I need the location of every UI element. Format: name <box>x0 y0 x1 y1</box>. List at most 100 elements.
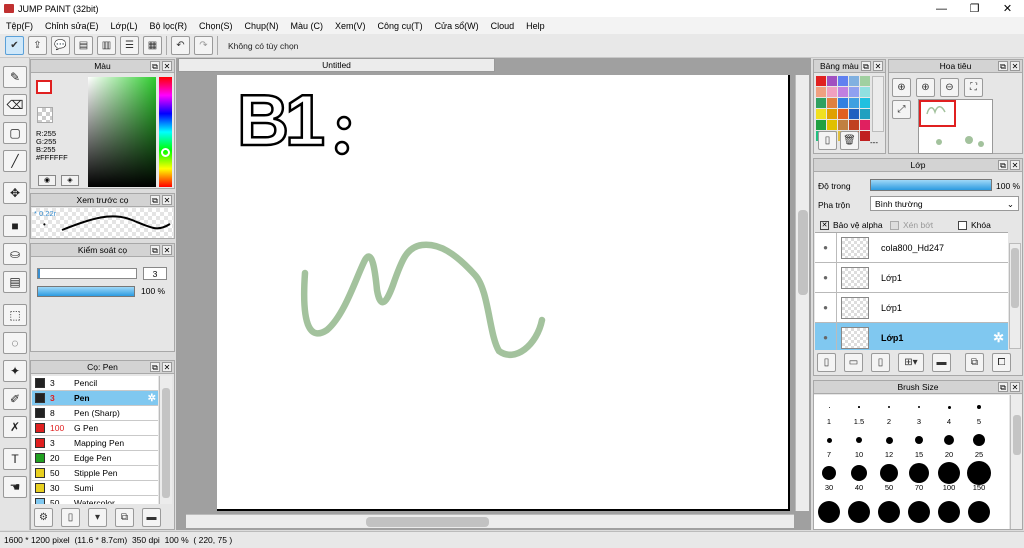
message-icon[interactable]: ▤ <box>74 36 93 55</box>
brush-menu-icon[interactable]: ▾ <box>88 508 107 527</box>
palette-swatch[interactable] <box>860 131 870 141</box>
brush-size-option[interactable] <box>934 495 964 523</box>
palette-swatch[interactable] <box>827 109 837 119</box>
palette-more[interactable]: --- <box>870 138 878 147</box>
panel-close-icon[interactable]: ✕ <box>1010 382 1020 392</box>
lasso-select-icon[interactable]: ◌ <box>3 332 27 354</box>
blend-mode-select[interactable]: Bình thường ⌄ <box>870 196 1019 211</box>
select-mode-icon[interactable]: ✔ <box>5 36 24 55</box>
new-brush-icon[interactable]: ▯ <box>61 508 80 527</box>
menu-item[interactable]: Công cụ(T) <box>372 21 429 31</box>
palette-swatch[interactable] <box>849 76 859 86</box>
zoom-fit-icon[interactable]: ⊕ <box>916 78 935 97</box>
menu-item[interactable]: Màu (C) <box>285 21 330 31</box>
palette-swatch[interactable] <box>860 109 870 119</box>
palette-swatch[interactable] <box>860 76 870 86</box>
eraser-tool-icon[interactable]: ⌫ <box>3 94 27 116</box>
palette-swatch[interactable] <box>816 98 826 108</box>
vertical-scroll-thumb[interactable] <box>798 210 808 295</box>
hand-tool-icon[interactable]: ☚ <box>3 476 27 498</box>
palette-swatch[interactable] <box>849 120 859 130</box>
canvas-vertical-scrollbar[interactable] <box>795 75 809 511</box>
layer-visibility-icon[interactable]: ● <box>815 322 837 350</box>
grid-icon[interactable]: ▦ <box>143 36 162 55</box>
brush-size-scrollbar[interactable] <box>1010 395 1022 529</box>
palette-swatch[interactable] <box>827 98 837 108</box>
panel-close-icon[interactable]: ✕ <box>1010 160 1020 170</box>
document-icon[interactable]: ▥ <box>97 36 116 55</box>
brush-size-option[interactable] <box>904 495 934 523</box>
brush-item[interactable]: 3 Pen ✲ <box>32 391 158 406</box>
foreground-color-swatch[interactable] <box>36 80 52 94</box>
menu-item[interactable]: Chọn(S) <box>193 21 239 31</box>
fit-icon[interactable]: ⤢ <box>892 100 911 119</box>
panel-expand-icon[interactable]: ⧉ <box>861 61 871 71</box>
transparent-color-swatch[interactable] <box>37 107 53 123</box>
layer-opacity-slider[interactable] <box>870 179 992 191</box>
palette-swatch[interactable] <box>838 120 848 130</box>
brush-size-option[interactable]: 1.5 <box>844 397 874 426</box>
brush-opacity-slider[interactable] <box>37 286 135 297</box>
brush-settings-icon[interactable]: ⚙ <box>34 508 53 527</box>
brush-size-option[interactable]: 150 <box>964 461 994 492</box>
hue-slider[interactable] <box>159 77 172 187</box>
palette-swatch[interactable] <box>838 98 848 108</box>
brush-size-option[interactable]: 2 <box>874 397 904 426</box>
palette-swatch[interactable] <box>849 98 859 108</box>
brush-item[interactable]: 50 Watercolor <box>32 496 158 504</box>
menu-item[interactable]: Cloud <box>485 21 521 31</box>
minimize-button[interactable]: — <box>925 0 958 17</box>
magic-wand-icon[interactable]: ✦ <box>3 360 27 382</box>
palette-swatch[interactable] <box>838 76 848 86</box>
move-tool-icon[interactable]: ✥ <box>3 182 27 204</box>
menu-item[interactable]: Tệp(F) <box>0 21 39 31</box>
menu-item[interactable]: Lớp(L) <box>105 21 144 31</box>
fill-rect-tool-icon[interactable]: ■ <box>3 215 27 237</box>
rect-select-icon[interactable]: ⬚ <box>3 304 27 326</box>
brush-size-option[interactable]: 100 <box>934 462 964 492</box>
palette-swatch[interactable] <box>860 87 870 97</box>
panel-close-icon[interactable]: ✕ <box>873 61 883 71</box>
brush-size-option[interactable]: 20 <box>934 430 964 459</box>
saturation-value-picker[interactable] <box>88 77 156 187</box>
menu-item[interactable]: Cửa sổ(W) <box>429 21 485 31</box>
palette-swatch[interactable] <box>838 109 848 119</box>
brush-size-option[interactable]: 3 <box>904 397 934 426</box>
add-layer-menu-icon[interactable]: ⊞▾ <box>898 353 924 372</box>
navigator-viewport[interactable] <box>919 100 956 127</box>
bucket-tool-icon[interactable]: ⛀ <box>3 243 27 265</box>
brush-size-option[interactable]: 7 <box>814 430 844 459</box>
gradient-tool-icon[interactable]: ▤ <box>3 271 27 293</box>
eyedropper-icon[interactable]: ◉ <box>38 175 56 186</box>
panel-close-icon[interactable]: ✕ <box>162 195 172 205</box>
protect-alpha-checkbox[interactable]: ✕ Bảo vệ alpha <box>820 220 883 230</box>
share-icon[interactable]: ⇪ <box>28 36 47 55</box>
layer-visibility-icon[interactable]: ● <box>815 233 837 263</box>
line-tool-icon[interactable]: ╱ <box>3 150 27 172</box>
horizontal-scroll-thumb[interactable] <box>366 517 489 527</box>
panel-expand-icon[interactable]: ⧉ <box>150 362 160 372</box>
shape-tool-icon[interactable]: ▢ <box>3 122 27 144</box>
new-raster-layer-icon[interactable]: ▭ <box>844 353 863 372</box>
duplicate-layer-icon[interactable]: ⧉ <box>965 353 984 372</box>
brush-size-option[interactable]: 40 <box>844 463 874 492</box>
zoom-out-icon[interactable]: ⊖ <box>940 78 959 97</box>
gear-icon[interactable]: ✲ <box>993 330 1004 346</box>
drawing-canvas[interactable]: B 1 <box>217 75 790 511</box>
brush-size-option[interactable]: 10 <box>844 430 874 459</box>
brush-list-scrollbar[interactable] <box>159 376 172 504</box>
panel-expand-icon[interactable]: ⧉ <box>150 61 160 71</box>
comment-icon[interactable]: 💬 <box>51 36 70 55</box>
palette-swatch[interactable] <box>860 98 870 108</box>
brush-size-option[interactable]: 15 <box>904 430 934 459</box>
close-button[interactable]: ✕ <box>991 0 1024 17</box>
brush-item[interactable]: 20 Edge Pen <box>32 451 158 466</box>
lock-checkbox[interactable]: Khóa <box>958 220 991 230</box>
palette-scrollbar[interactable] <box>872 76 884 132</box>
panel-expand-icon[interactable]: ⧉ <box>998 382 1008 392</box>
brush-size-option[interactable] <box>874 495 904 523</box>
gear-icon[interactable]: ✲ <box>148 393 156 404</box>
layer-visibility-icon[interactable]: ● <box>815 262 837 293</box>
brush-size-option[interactable]: 70 <box>904 463 934 492</box>
hue-handle[interactable] <box>161 148 170 157</box>
